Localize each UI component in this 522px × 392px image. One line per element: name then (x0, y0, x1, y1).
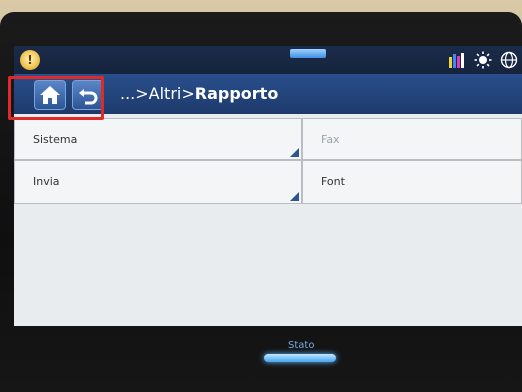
menu-item-fax: Fax (302, 118, 522, 160)
highlight-box (8, 76, 104, 120)
menu-grid: Sistema Fax Invia Font (14, 114, 522, 326)
info-icon[interactable]: ! (20, 50, 40, 70)
pull-down-tab[interactable] (290, 49, 326, 58)
supplies-icon[interactable] (448, 51, 466, 69)
menu-item-label: Fax (321, 133, 340, 146)
status-bar: ! (14, 46, 522, 74)
submenu-indicator-icon (290, 192, 299, 201)
breadcrumb-path: ...>Altri> (120, 84, 195, 103)
status-icons (448, 51, 518, 69)
menu-item-label: Invia (33, 175, 60, 188)
breadcrumb-current: Rapporto (194, 84, 279, 103)
globe-icon[interactable] (500, 51, 518, 69)
menu-item-label: Font (321, 175, 345, 188)
status-led-button[interactable] (264, 354, 336, 362)
status-button-label: Stato (288, 340, 315, 351)
menu-item-invia[interactable]: Invia (14, 160, 302, 204)
submenu-indicator-icon (290, 148, 299, 157)
menu-item-font[interactable]: Font (302, 160, 522, 204)
menu-item-sistema[interactable]: Sistema (14, 118, 302, 160)
breadcrumb: ...>Altri>Rapporto (120, 84, 278, 103)
menu-item-label: Sistema (33, 133, 78, 146)
brightness-icon[interactable] (474, 51, 492, 69)
